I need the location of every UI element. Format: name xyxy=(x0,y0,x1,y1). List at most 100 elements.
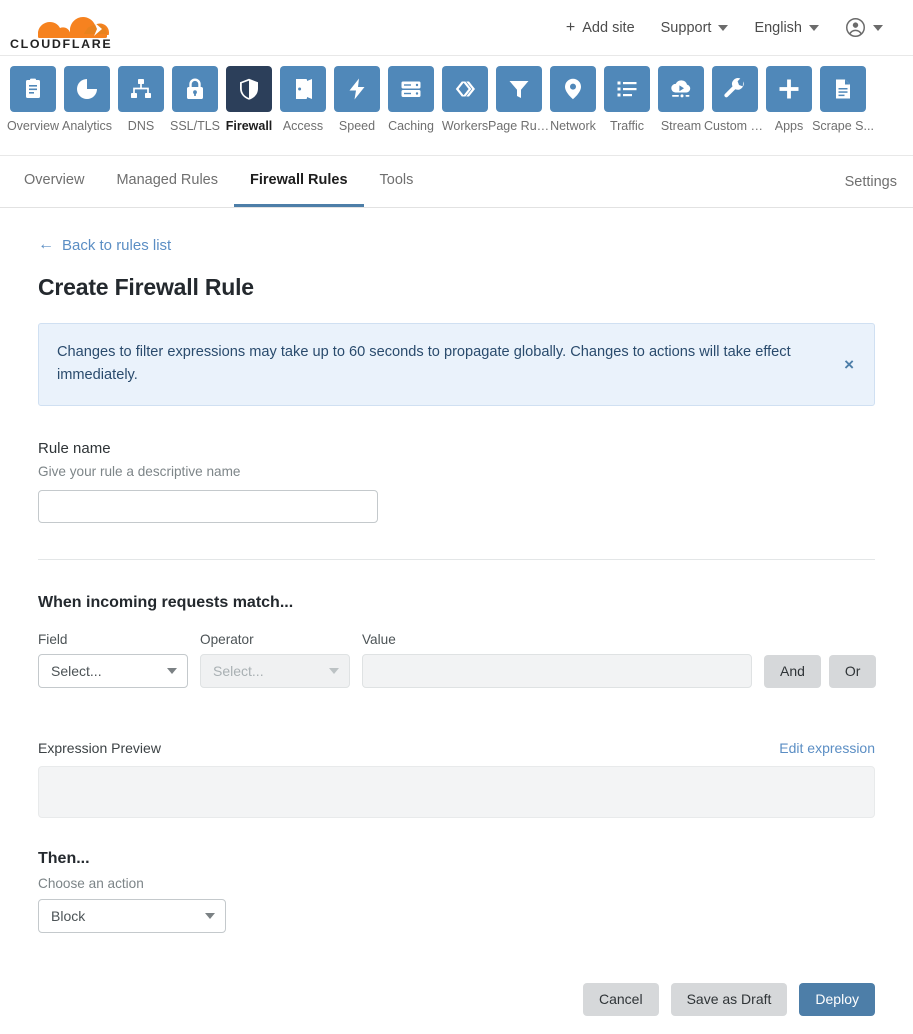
nav-label: Firewall xyxy=(226,119,273,133)
nav-label: SSL/TLS xyxy=(170,119,220,133)
value-label: Value xyxy=(362,632,752,647)
info-banner-text: Changes to filter expressions may take u… xyxy=(57,341,842,388)
nav-item-traffic[interactable]: Traffic xyxy=(600,66,654,133)
then-section-title: Then... xyxy=(38,850,875,868)
nav-item-network[interactable]: Network xyxy=(546,66,600,133)
nav-item-ssl-tls[interactable]: SSL/TLS xyxy=(168,66,222,133)
nav-label: Apps xyxy=(775,119,804,133)
support-label: Support xyxy=(661,20,712,36)
top-header: CLOUDFLARE + Add site Support English xyxy=(0,0,913,56)
nav-label: Page Rules xyxy=(488,119,550,133)
rule-name-hint: Give your rule a descriptive name xyxy=(38,464,875,479)
nav-item-workers[interactable]: Workers xyxy=(438,66,492,133)
action-select-value: Block xyxy=(51,908,197,924)
action-select[interactable]: Block xyxy=(38,899,226,933)
pie-chart-icon xyxy=(64,66,110,112)
bolt-icon xyxy=(334,66,380,112)
close-icon[interactable]: × xyxy=(842,350,856,379)
nav-label: DNS xyxy=(128,119,154,133)
cloud-play-icon xyxy=(658,66,704,112)
tab-settings-label: Settings xyxy=(845,174,897,190)
match-section-title: When incoming requests match... xyxy=(38,594,875,612)
tab-tools[interactable]: Tools xyxy=(364,156,430,207)
and-button[interactable]: And xyxy=(764,655,821,688)
chevron-down-icon xyxy=(718,25,728,31)
nav-item-stream[interactable]: Stream xyxy=(654,66,708,133)
nav-item-access[interactable]: Access xyxy=(276,66,330,133)
back-to-rules-list-link[interactable]: ← Back to rules list xyxy=(38,237,171,254)
tab-managed-rules[interactable]: Managed Rules xyxy=(100,156,234,207)
nav-label: Custom P... xyxy=(704,119,766,133)
tab-spacer xyxy=(429,156,828,207)
code-icon xyxy=(442,66,488,112)
nav-label: Overview xyxy=(7,119,59,133)
support-menu[interactable]: Support xyxy=(661,20,729,36)
field-column: Field Select... xyxy=(38,632,188,688)
main-content: ← Back to rules list Create Firewall Rul… xyxy=(0,208,913,1034)
expression-preview-box xyxy=(38,766,875,818)
nav-item-custom-pages[interactable]: Custom P... xyxy=(708,66,762,133)
choose-action-hint: Choose an action xyxy=(38,876,875,891)
tab-firewall-rules[interactable]: Firewall Rules xyxy=(234,156,364,207)
cancel-button[interactable]: Cancel xyxy=(583,983,659,1016)
door-icon xyxy=(280,66,326,112)
nav-item-speed[interactable]: Speed xyxy=(330,66,384,133)
cloudflare-logo[interactable]: CLOUDFLARE xyxy=(0,6,200,50)
language-menu[interactable]: English xyxy=(754,20,819,36)
deploy-button[interactable]: Deploy xyxy=(799,983,875,1016)
nav-item-scrape-shield[interactable]: Scrape S... xyxy=(816,66,870,133)
tab-label: Managed Rules xyxy=(116,172,218,188)
field-label: Field xyxy=(38,632,188,647)
account-menu[interactable] xyxy=(845,17,883,38)
then-section: Then... Choose an action Block xyxy=(38,850,875,933)
rule-name-group: Rule name Give your rule a descriptive n… xyxy=(38,440,875,523)
or-button[interactable]: Or xyxy=(829,655,877,688)
operator-select[interactable]: Select... xyxy=(200,654,350,688)
nav-label: Workers xyxy=(442,119,488,133)
page-title: Create Firewall Rule xyxy=(38,274,875,301)
tab-overview[interactable]: Overview xyxy=(8,156,100,207)
nav-label: Analytics xyxy=(62,119,112,133)
nav-item-overview[interactable]: Overview xyxy=(6,66,60,133)
logic-buttons: And Or xyxy=(764,655,876,688)
edit-expression-link[interactable]: Edit expression xyxy=(779,740,875,756)
plus-icon: + xyxy=(566,20,575,36)
value-column: Value xyxy=(362,632,752,688)
back-link-label: Back to rules list xyxy=(62,237,171,254)
lock-icon xyxy=(172,66,218,112)
nav-item-caching[interactable]: Caching xyxy=(384,66,438,133)
nav-item-firewall[interactable]: Firewall xyxy=(222,66,276,133)
field-select[interactable]: Select... xyxy=(38,654,188,688)
section-divider xyxy=(38,559,875,560)
expression-preview-header: Expression Preview Edit expression xyxy=(38,740,875,756)
expression-preview-label: Expression Preview xyxy=(38,740,161,756)
location-pin-icon xyxy=(550,66,596,112)
operator-select-value: Select... xyxy=(213,663,321,679)
nav-item-analytics[interactable]: Analytics xyxy=(60,66,114,133)
header-actions: + Add site Support English xyxy=(566,17,899,38)
server-icon xyxy=(388,66,434,112)
save-as-draft-button[interactable]: Save as Draft xyxy=(671,983,788,1016)
rule-name-input[interactable] xyxy=(38,490,378,523)
tab-label: Tools xyxy=(380,172,414,188)
chevron-down-icon xyxy=(329,668,339,674)
chevron-down-icon xyxy=(205,913,215,919)
nav-item-page-rules[interactable]: Page Rules xyxy=(492,66,546,133)
funnel-icon xyxy=(496,66,542,112)
plus-icon xyxy=(766,66,812,112)
nav-item-dns[interactable]: DNS xyxy=(114,66,168,133)
tab-settings[interactable]: Settings xyxy=(829,156,905,207)
product-icon-nav: Overview Analytics DNS SSL/TLS Firewall … xyxy=(0,56,913,156)
condition-row: Field Select... Operator Select... Value… xyxy=(38,632,875,688)
clipboard-icon xyxy=(10,66,56,112)
nav-label: Stream xyxy=(661,119,701,133)
operator-label: Operator xyxy=(200,632,350,647)
value-input[interactable] xyxy=(362,654,752,688)
language-label: English xyxy=(754,20,802,36)
nav-label: Scrape S... xyxy=(812,119,874,133)
nav-label: Caching xyxy=(388,119,434,133)
nav-item-apps[interactable]: Apps xyxy=(762,66,816,133)
nav-label: Network xyxy=(550,119,596,133)
nav-label: Traffic xyxy=(610,119,644,133)
add-site-button[interactable]: + Add site xyxy=(566,20,635,36)
